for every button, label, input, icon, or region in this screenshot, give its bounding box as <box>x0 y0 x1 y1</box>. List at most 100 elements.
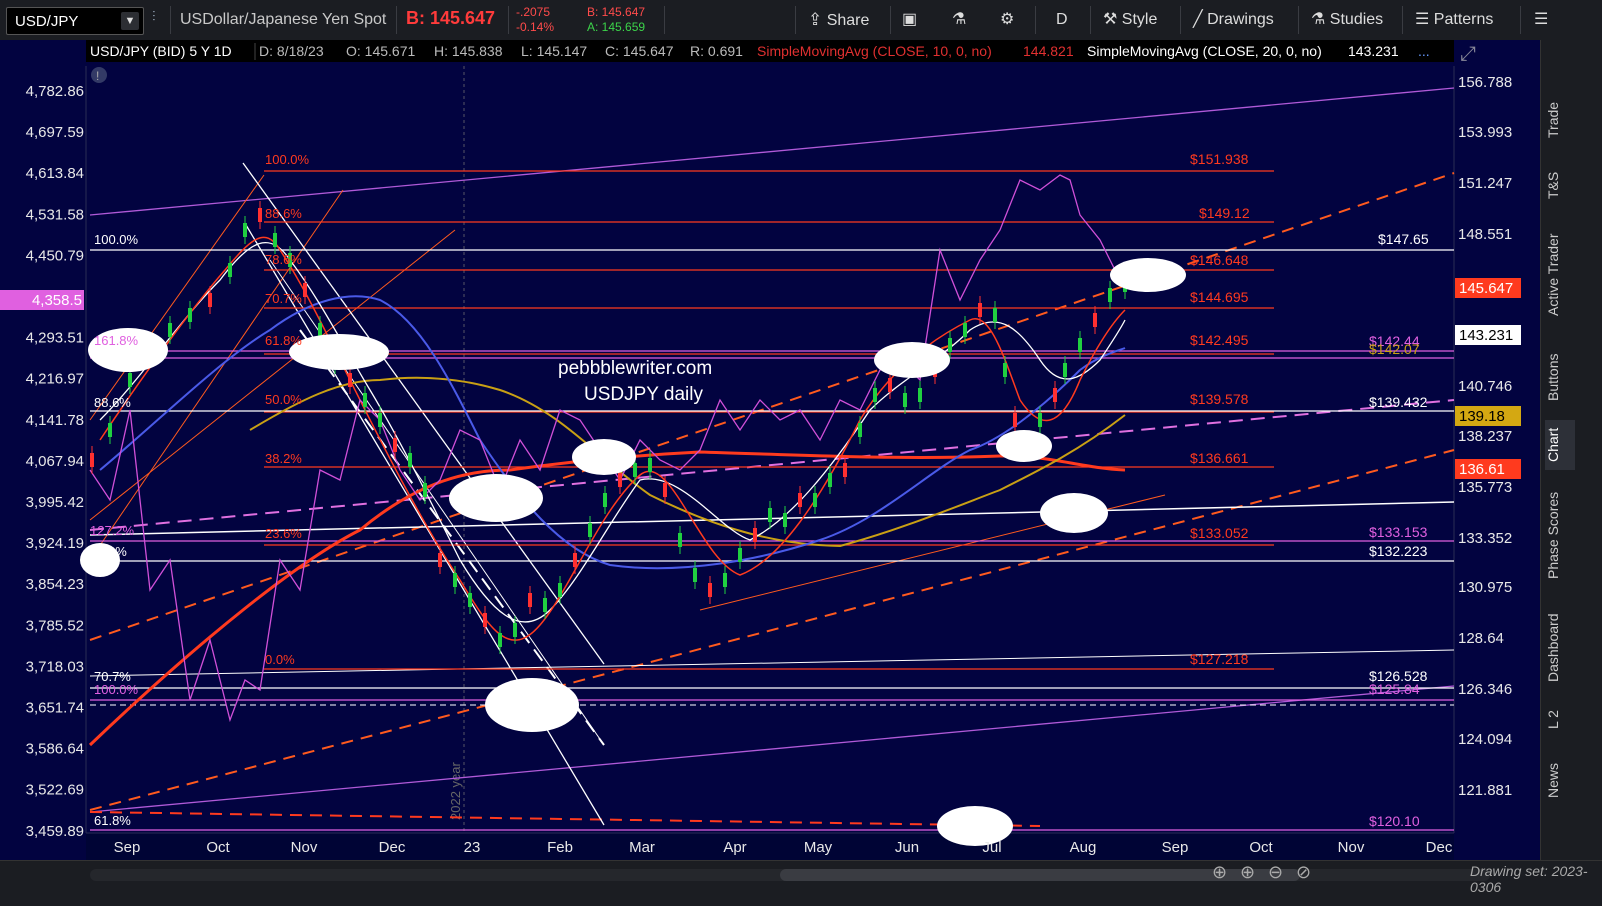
candle-body <box>543 598 547 612</box>
candle-body <box>1003 363 1007 377</box>
fib-price-2: $149.12 <box>1199 205 1250 221</box>
candle-body <box>208 293 212 307</box>
drawing-set[interactable]: Drawing set: 2023-0306 <box>1470 863 1602 895</box>
bar-date: D: 8/18/23 <box>259 43 324 59</box>
right-axis-tick: 133.352 <box>1458 530 1512 547</box>
chart-area[interactable]: 2022 year USD/JPY (BID) 5 Y 1D D: 8/18/2… <box>0 40 1540 860</box>
last-price-text: 145.647 <box>1459 280 1513 297</box>
candle-body <box>128 373 132 387</box>
zoom-out-icon[interactable]: ⊖ <box>1268 862 1283 883</box>
fib-label-707: 70.7% <box>265 291 302 306</box>
sma10-value: 144.821 <box>1023 43 1074 59</box>
side-tab-buttons[interactable]: Buttons <box>1545 345 1575 410</box>
drawings-button[interactable]: ╱ Drawings <box>1193 0 1274 40</box>
period-button[interactable]: D <box>1056 0 1068 40</box>
date-axis-tick: Dec <box>379 839 406 856</box>
left-axis-tick: 3,459.89 <box>26 823 84 840</box>
candle-body <box>963 323 967 337</box>
left-axis-tick: 4,697.59 <box>26 124 84 141</box>
pan-icon[interactable]: ⊕ <box>1212 862 1227 883</box>
candle-body <box>168 323 172 337</box>
white-fib-618: 61.8% <box>94 813 131 828</box>
snapshot-button[interactable]: ▣ <box>902 0 917 40</box>
camera-icon: ▣ <box>902 11 918 28</box>
right-axis-tick: 128.64 <box>1458 630 1504 647</box>
bid-price: B: 145.647 <box>406 8 496 28</box>
left-axis-tick: 4,531.58 <box>26 206 84 223</box>
fib-price-7: $136.661 <box>1190 450 1249 466</box>
candle-body <box>903 393 907 407</box>
side-tab-trade[interactable]: Trade <box>1545 90 1575 150</box>
candle-body <box>678 533 682 547</box>
candle-body <box>693 568 697 582</box>
left-axis-tick: 4,293.51 <box>26 330 84 347</box>
patterns-button[interactable]: ☰ Patterns <box>1415 0 1493 40</box>
candle-body <box>873 388 877 402</box>
candle-body <box>1078 338 1082 352</box>
candle-body <box>228 263 232 277</box>
pencil-icon: ╱ <box>1193 11 1203 28</box>
candle-body <box>993 308 997 322</box>
expand-icon[interactable]: ⤢ <box>1460 43 1476 65</box>
side-tab-phase-scores[interactable]: Phase Scores <box>1545 480 1575 590</box>
side-tab-t-s[interactable]: T&S <box>1545 160 1575 210</box>
candle-body <box>243 223 247 237</box>
sma20-label[interactable]: SimpleMovingAvg (CLOSE, 20, 0, no) <box>1087 43 1322 59</box>
link-icon[interactable]: ⫶ <box>152 8 156 25</box>
reset-zoom-icon[interactable]: ⊘ <box>1296 862 1311 883</box>
symbol-dropdown-icon[interactable]: ▼ <box>121 12 139 30</box>
side-tab-news[interactable]: News <box>1545 755 1575 805</box>
left-axis-tick: 4,067.94 <box>26 453 84 470</box>
side-tab-chart[interactable]: Chart <box>1545 420 1575 470</box>
candle-body <box>273 233 277 247</box>
studies-button[interactable]: ⚗ Studies <box>1311 0 1383 40</box>
settings-button[interactable]: ⚙ <box>1000 0 1014 40</box>
sma10-label[interactable]: SimpleMovingAvg (CLOSE, 10, 0, no) <box>757 43 992 59</box>
fib-price-8: $133.052 <box>1190 525 1249 541</box>
date-axis-tick: Oct <box>206 839 230 856</box>
share-button[interactable]: ⇪ Share <box>808 0 869 40</box>
fib-label-50: 50.0% <box>265 392 302 407</box>
magenta-fib-1272: 127.2% <box>90 523 135 538</box>
year-marker: 2022 year <box>448 762 463 820</box>
zoom-in-icon[interactable]: ⊕ <box>1240 862 1255 883</box>
candle-body <box>318 323 322 337</box>
candle-body <box>738 548 742 562</box>
fib-price-5: $142.495 <box>1190 332 1249 348</box>
left-axis-tick: 4,613.84 <box>26 165 84 182</box>
style-button[interactable]: ⚒ Style <box>1103 0 1157 40</box>
symbol-selector[interactable]: USD/JPY ▼ <box>6 7 144 35</box>
candle-body <box>468 593 472 607</box>
side-tab-active-trader[interactable]: Active Trader <box>1545 220 1575 330</box>
date-axis-tick: Oct <box>1249 839 1273 856</box>
right-axis-tick: 151.247 <box>1458 175 1512 192</box>
date-axis-tick: Mar <box>629 839 655 856</box>
right-axis-tick: 121.881 <box>1458 782 1512 799</box>
candle-body <box>1108 288 1112 302</box>
net-change: -.2075 -0.14% <box>516 5 555 34</box>
candle-body <box>948 338 952 352</box>
bid-ask: B: 145.647 A: 145.659 <box>587 5 646 34</box>
candle-body <box>603 493 607 507</box>
menu-icon: ☰ <box>1534 11 1549 28</box>
more-studies[interactable]: ... <box>1418 43 1430 59</box>
side-tab-l-2[interactable]: L 2 <box>1545 700 1575 740</box>
left-axis-tick: 3,785.52 <box>26 617 84 634</box>
candle-body <box>828 473 832 487</box>
right-price-axis: 156.788 153.993 151.247 148.551 140.746 138.2… <box>1458 74 1512 799</box>
candle-body <box>813 493 817 507</box>
menu-button[interactable]: ☰ <box>1534 0 1548 40</box>
side-tab-dashboard[interactable]: Dashboard <box>1545 605 1575 690</box>
candle-body <box>453 573 457 587</box>
left-axis-tick: 3,718.03 <box>26 658 84 675</box>
studies-flask-button[interactable]: ⚗ <box>952 0 966 40</box>
bar-close: C: 145.647 <box>605 43 674 59</box>
left-axis-tick: 3,924.19 <box>26 535 84 552</box>
date-axis-tick: Dec <box>1426 839 1453 856</box>
date-axis-tick: 23 <box>464 839 481 856</box>
date-axis-tick: Jul <box>982 839 1001 856</box>
level-price-1: $147.65 <box>1378 231 1429 247</box>
candle-body <box>633 463 637 477</box>
level-price-3: $142.07 <box>1369 341 1420 357</box>
candle-body <box>423 483 427 497</box>
